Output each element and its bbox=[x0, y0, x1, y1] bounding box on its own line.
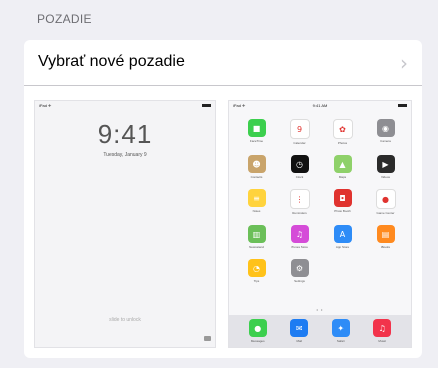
clock-icon: ◷ bbox=[290, 155, 309, 173]
home-status-bar: iPad ✈ 9:41 AM bbox=[229, 101, 411, 111]
app-music: ♫ Music bbox=[373, 319, 392, 343]
lock-status-left: iPad ✈ bbox=[39, 103, 52, 108]
app-videos: ▶ Videos bbox=[364, 155, 407, 179]
app-label: Newsstand bbox=[249, 245, 264, 249]
app-label: iTunes Store bbox=[291, 245, 308, 249]
lock-time: 9:41 bbox=[97, 119, 153, 149]
app-safari: ✦ Safari bbox=[331, 319, 350, 343]
app-app-store: A App Store bbox=[321, 225, 364, 249]
app-photo-booth: ◘ Photo Booth bbox=[321, 189, 364, 215]
app-calendar: 9 Calendar bbox=[278, 119, 321, 145]
itunes-store-icon: ♫ bbox=[290, 225, 309, 243]
app-label: Photo Booth bbox=[334, 209, 351, 213]
app-contacts: ☻ Contacts bbox=[235, 155, 278, 179]
app-label: Videos bbox=[380, 175, 391, 179]
facetime-icon: ■ bbox=[247, 119, 266, 137]
app-facetime: ■ FaceTime bbox=[235, 119, 278, 145]
page-dots: • • bbox=[316, 307, 324, 312]
app-label: FaceTime bbox=[249, 139, 264, 143]
app-label: Photos bbox=[337, 141, 348, 145]
notes-icon: ≡ bbox=[247, 189, 266, 207]
safari-icon: ✦ bbox=[331, 319, 350, 337]
app-label: Safari bbox=[336, 339, 345, 343]
battery-icon bbox=[202, 104, 211, 107]
chevron-right-icon: › bbox=[400, 51, 408, 75]
app-label: App Store bbox=[335, 245, 350, 249]
app-messages: ● Messages bbox=[248, 319, 267, 343]
app-label: iBooks bbox=[380, 245, 390, 249]
reminders-icon: ⋮ bbox=[289, 189, 310, 209]
app-clock: ◷ Clock bbox=[278, 155, 321, 179]
app-notes: ≡ Notes bbox=[235, 189, 278, 215]
app-photos: ✿ Photos bbox=[321, 119, 364, 145]
maps-icon: ▲ bbox=[333, 155, 352, 173]
section-header: POZADIE bbox=[37, 12, 92, 26]
music-icon: ♫ bbox=[373, 319, 392, 337]
photo-booth-icon: ◘ bbox=[333, 189, 352, 207]
messages-icon: ● bbox=[248, 319, 267, 337]
app-settings: ⚙ Settings bbox=[278, 259, 321, 283]
app-label: Music bbox=[378, 339, 387, 343]
slide-to-unlock-text: slide to unlock bbox=[109, 317, 141, 323]
app-label: Mail bbox=[296, 339, 302, 343]
game-center-icon: ● bbox=[375, 189, 396, 209]
app-game-center: ● Game Center bbox=[364, 189, 407, 215]
newsstand-icon: ▥ bbox=[247, 225, 266, 243]
app-camera: ◉ Camera bbox=[364, 119, 407, 145]
battery-icon bbox=[398, 104, 407, 107]
app-label: Game Center bbox=[376, 211, 395, 215]
app-label: Settings bbox=[294, 279, 305, 283]
lock-screen-preview[interactable]: iPad ✈ 9:41 Tuesday, January 9 slide to … bbox=[34, 100, 216, 348]
app-label: Maps bbox=[338, 175, 347, 179]
contacts-icon: ☻ bbox=[247, 155, 266, 173]
app-store-icon: A bbox=[333, 225, 352, 243]
app-tips: ◔ Tips bbox=[235, 259, 278, 283]
wallpaper-card: Vybrať nové pozadie › iPad ✈ 9:41 Tuesda… bbox=[24, 40, 422, 358]
choose-new-wallpaper-label: Vybrať nové pozadie bbox=[38, 53, 185, 70]
settings-icon: ⚙ bbox=[290, 259, 309, 277]
choose-new-wallpaper-row[interactable]: Vybrať nové pozadie › bbox=[24, 40, 422, 86]
lock-status-bar: iPad ✈ bbox=[35, 101, 215, 111]
calendar-icon: 9 bbox=[289, 119, 310, 139]
mail-icon: ✉ bbox=[290, 319, 309, 337]
camera-icon: ◉ bbox=[376, 119, 395, 137]
app-label: Tips bbox=[253, 279, 260, 283]
app-ibooks: ▤ iBooks bbox=[364, 225, 407, 249]
dock: ● Messages ✉ Mail ✦ Safari ♫ Music bbox=[229, 315, 411, 347]
app-itunes-store: ♫ iTunes Store bbox=[278, 225, 321, 249]
home-status-time: 9:41 AM bbox=[312, 103, 328, 108]
home-screen-preview[interactable]: iPad ✈ 9:41 AM ■ FaceTime 9 Calendar ✿ Photos… bbox=[228, 100, 412, 348]
app-grid: ■ FaceTime 9 Calendar ✿ Photos ◉ Camera ☻ Contact… bbox=[235, 119, 407, 283]
videos-icon: ▶ bbox=[376, 155, 395, 173]
app-label: Messages bbox=[250, 339, 265, 343]
tips-icon: ◔ bbox=[247, 259, 266, 277]
app-newsstand: ▥ Newsstand bbox=[235, 225, 278, 249]
app-label: Notes bbox=[252, 209, 261, 213]
app-label: Calendar bbox=[293, 141, 306, 145]
app-maps: ▲ Maps bbox=[321, 155, 364, 179]
lock-date: Tuesday, January 9 bbox=[103, 152, 147, 158]
app-label: Reminders bbox=[292, 211, 307, 215]
photos-icon: ✿ bbox=[332, 119, 353, 139]
app-label: Camera bbox=[380, 139, 391, 143]
app-reminders: ⋮ Reminders bbox=[278, 189, 321, 215]
app-label: Clock bbox=[295, 175, 304, 179]
camera-icon bbox=[204, 336, 211, 341]
ibooks-icon: ▤ bbox=[376, 225, 395, 243]
app-mail: ✉ Mail bbox=[290, 319, 309, 343]
app-label: Contacts bbox=[250, 175, 263, 179]
